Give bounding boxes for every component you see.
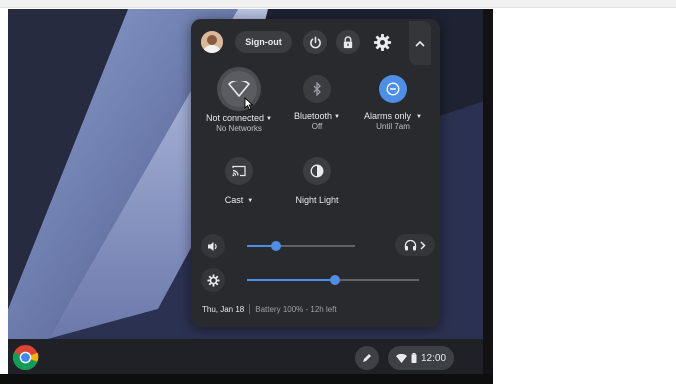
cast-tile: Cast ▼	[199, 157, 279, 205]
chevron-right-icon	[420, 240, 426, 250]
bluetooth-label[interactable]: Bluetooth ▼	[277, 111, 357, 121]
stylus-button[interactable]	[355, 346, 379, 370]
wifi-toggle[interactable]	[217, 67, 261, 111]
power-button[interactable]	[303, 30, 327, 54]
night-light-label[interactable]: Night Light	[277, 195, 357, 205]
date-label[interactable]: Thu, Jan 18	[202, 305, 244, 314]
caret-down-icon: ▼	[247, 198, 254, 204]
alarms-sublabel: Until 7am	[376, 122, 410, 131]
gear-icon	[373, 33, 391, 51]
wifi-sublabel: No Networks	[216, 124, 262, 133]
avatar[interactable]	[201, 31, 223, 53]
wifi-tile: Not connected ▼ No Networks	[199, 67, 279, 133]
brightness-button	[201, 268, 225, 292]
brightness-row	[201, 268, 431, 292]
status-area-button[interactable]: 12:00	[388, 346, 454, 370]
alarms-tile: Alarms only ▼ Until 7am	[353, 75, 433, 131]
pen-icon	[363, 354, 371, 362]
battery-icon	[411, 353, 417, 363]
power-icon	[309, 36, 321, 48]
volume-slider-thumb[interactable]	[271, 241, 282, 251]
night-light-tile: Night Light	[277, 157, 357, 205]
headphones-icon	[404, 239, 417, 251]
top-border	[0, 0, 676, 8]
cast-icon	[232, 165, 246, 177]
alarms-label[interactable]: Alarms only ▼	[353, 111, 433, 121]
caret-down-icon: ▼	[266, 116, 272, 122]
wifi-icon	[396, 353, 407, 363]
volume-row	[201, 234, 435, 258]
do-not-disturb-icon	[386, 82, 400, 96]
bezel-bottom	[0, 374, 493, 384]
quick-settings-panel: Sign-out Not connected ▼ No Networks Blu…	[191, 19, 440, 327]
night-light-icon	[310, 164, 324, 178]
volume-icon	[208, 241, 217, 251]
lock-icon	[343, 35, 353, 48]
brightness-slider-fill	[247, 279, 335, 281]
chevron-up-icon	[415, 40, 425, 47]
do-not-disturb-toggle[interactable]	[379, 75, 407, 103]
audio-settings-button[interactable]	[395, 234, 435, 256]
collapse-button[interactable]	[409, 21, 431, 65]
brightness-slider[interactable]	[247, 275, 419, 285]
sign-out-button[interactable]: Sign-out	[235, 31, 292, 53]
wifi-icon	[228, 81, 250, 97]
page: 12:00 Sign-out Not connected ▼ No Networ…	[0, 0, 676, 384]
brightness-icon	[206, 273, 220, 287]
footer-divider	[249, 304, 251, 314]
bluetooth-icon	[313, 82, 321, 96]
battery-status: Battery 100% - 12h left	[255, 304, 337, 314]
brightness-slider-thumb[interactable]	[329, 275, 340, 285]
settings-button[interactable]	[370, 30, 394, 54]
chrome-icon[interactable]	[12, 344, 39, 371]
cast-toggle[interactable]	[225, 157, 253, 185]
bluetooth-toggle[interactable]	[303, 75, 331, 103]
lock-button[interactable]	[336, 30, 360, 54]
status-footer: Thu, Jan 18 Battery 100% - 12h left	[202, 304, 337, 314]
mouse-cursor	[244, 97, 254, 111]
bluetooth-sublabel: Off	[311, 122, 323, 131]
mute-button[interactable]	[201, 234, 225, 258]
cast-label[interactable]: Cast ▼	[199, 195, 279, 205]
caret-down-icon: ▼	[416, 114, 422, 120]
bezel-right	[483, 9, 493, 375]
caret-down-icon: ▼	[334, 114, 340, 120]
wifi-label[interactable]: Not connected ▼	[199, 113, 279, 123]
clock-time: 12:00	[421, 352, 447, 364]
shelf: 12:00	[8, 339, 490, 375]
night-light-toggle[interactable]	[303, 157, 331, 185]
volume-slider[interactable]	[247, 241, 355, 251]
bluetooth-tile: Bluetooth ▼ Off	[277, 75, 357, 131]
